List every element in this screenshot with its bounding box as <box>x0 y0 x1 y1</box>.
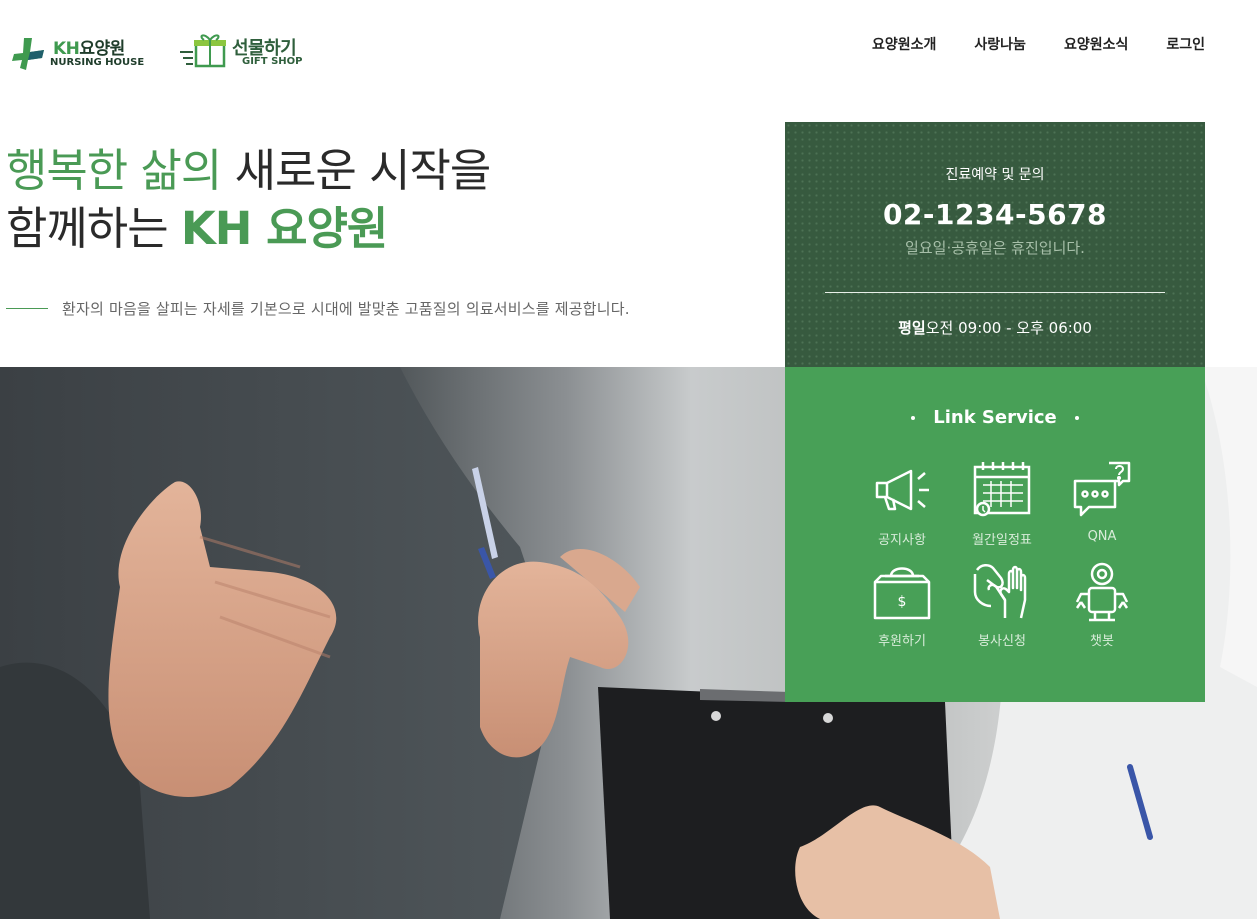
tagline-divider <box>6 308 48 309</box>
robot-icon <box>1075 562 1129 622</box>
headline-green-part: 행복한 삶의 <box>6 144 222 197</box>
logo-subtitle: NURSING HOUSE <box>50 57 145 68</box>
gift-logo-subtitle: GIFT SHOP <box>242 56 303 67</box>
megaphone-icon <box>875 469 929 511</box>
hours-time: 오전 09:00 - 오후 06:00 <box>925 319 1092 337</box>
link-label: 월간일정표 <box>972 533 1032 548</box>
headline-dark-part: 새로운 시작을 <box>221 144 492 197</box>
nav-item-news[interactable]: 요양원소식 <box>1064 34 1128 54</box>
contact-label: 진료예약 및 문의 <box>945 167 1045 183</box>
link-service-panel: Link Service 공지사항 월간일정표 QNA $ 후원하기 봉사신청 … <box>785 367 1205 702</box>
office-hours: 평일오전 09:00 - 오후 06:00 <box>785 317 1205 338</box>
gift-shop-logo[interactable]: 선물하기 GIFT SHOP <box>180 32 315 74</box>
chat-question-icon <box>1073 461 1131 517</box>
nav-item-love-sharing[interactable]: 사랑나눔 <box>974 34 1026 54</box>
site-header: KH요양원 NURSING HOUSE 선물하기 GIFT SHOP 요양원소개… <box>0 0 1257 100</box>
logo-brand: KH요양원 <box>53 39 125 59</box>
link-service-title-text: Link Service <box>933 407 1057 428</box>
link-monthly-schedule[interactable]: 월간일정표 <box>952 459 1052 548</box>
headline-line2-dark: 함께하는 <box>6 202 181 255</box>
helping-hands-icon <box>973 564 1027 619</box>
contact-phone[interactable]: 02-1234-5678 <box>785 198 1205 231</box>
main-nav: 요양원소개 사랑나눔 요양원소식 로그인 <box>872 34 1205 54</box>
link-qna[interactable]: QNA <box>1052 459 1152 548</box>
link-label: 후원하기 <box>878 634 926 649</box>
svg-text:$: $ <box>898 594 907 610</box>
title-dot-right <box>1074 415 1079 420</box>
link-service-grid: 공지사항 월간일정표 QNA $ 후원하기 봉사신청 챗봇 <box>852 459 1152 649</box>
link-notice[interactable]: 공지사항 <box>852 459 952 548</box>
gift-box-icon <box>180 34 226 68</box>
holiday-note: 일요일·공휴일은 휴진입니다. <box>905 239 1085 257</box>
link-donate[interactable]: $ 후원하기 <box>852 560 952 649</box>
nav-item-about[interactable]: 요양원소개 <box>872 34 936 54</box>
contact-panel: 진료예약 및 문의 02-1234-5678 일요일·공휴일은 휴진입니다. 평… <box>785 122 1205 367</box>
link-service-title: Link Service <box>785 407 1205 428</box>
link-chatbot[interactable]: 챗봇 <box>1052 560 1152 649</box>
donation-box-icon: $ <box>873 567 931 620</box>
tagline-text: 환자의 마음을 살피는 자세를 기본으로 시대에 발맞춘 고품질의 의료서비스를… <box>62 300 630 318</box>
headline-brand: KH 요양원 <box>180 202 388 255</box>
calendar-icon <box>973 462 1031 517</box>
link-label: 봉사신청 <box>978 634 1026 649</box>
hero-tagline: 환자의 마음을 살피는 자세를 기본으로 시대에 발맞춘 고품질의 의료서비스를… <box>6 298 630 319</box>
nav-item-login[interactable]: 로그인 <box>1166 34 1205 54</box>
link-label: QNA <box>1087 529 1117 544</box>
title-dot-left <box>911 415 916 420</box>
link-label: 공지사항 <box>878 533 926 548</box>
cross-logo-icon <box>12 38 44 70</box>
contact-divider <box>825 292 1165 293</box>
hours-day: 평일 <box>898 319 926 337</box>
link-volunteer[interactable]: 봉사신청 <box>952 560 1052 649</box>
link-label: 챗봇 <box>1090 634 1114 649</box>
hero-headline: 행복한 삶의 새로운 시작을 함께하는 KH 요양원 <box>6 142 492 258</box>
nursing-house-logo[interactable]: KH요양원 NURSING HOUSE <box>10 34 150 74</box>
